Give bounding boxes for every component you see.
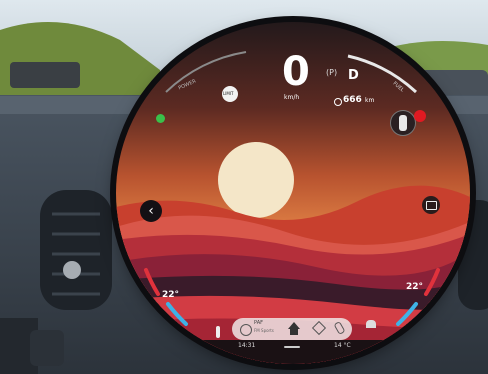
range-icon [334,98,342,106]
home-icon[interactable] [288,322,300,329]
home-icon-base [290,329,298,335]
speed-limit-icon: LIMIT [222,86,238,102]
clock: 14:31 [238,342,256,349]
gear-parking: (P) [326,68,338,77]
back-arrow-icon[interactable]: ‹ [140,200,162,222]
home-indicator-bar [284,346,300,348]
climate-left-temp[interactable]: 22° [162,290,179,300]
climate-right-temp[interactable]: 22° [406,282,423,292]
media-icon[interactable] [240,324,252,336]
speed-value: 0 [282,49,310,95]
range-value: 666 [343,95,362,105]
radio-name: PAF [254,320,263,326]
fan-icon[interactable] [366,320,376,328]
seat-heat-icon[interactable] [216,326,220,338]
screen-toggle-icon[interactable] [422,196,440,214]
speed-unit: km/h [284,94,300,101]
range-unit: km [365,97,375,104]
car-icon[interactable] [390,110,416,136]
radio-sub: FM Sports [254,328,274,333]
center-display: POWER FUEL LIMIT 0 km/h (P) D 666 km ‹ 2… [116,22,470,364]
outside-temp: 14 °C [334,342,351,349]
alert-dot-icon [414,110,426,122]
limit-label: LIMIT [223,91,234,96]
gear-current: D [348,68,359,83]
headlight-indicator-icon [156,114,165,123]
